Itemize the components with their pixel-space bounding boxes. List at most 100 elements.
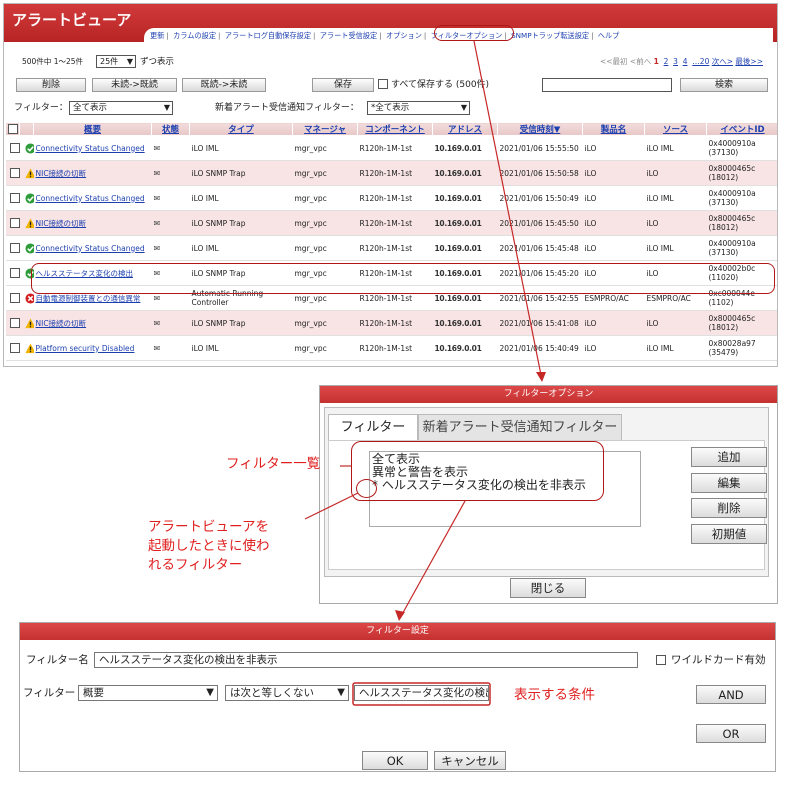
tab-filter[interactable]: フィルター xyxy=(328,414,418,440)
pager-page-20[interactable]: …20 xyxy=(692,57,709,66)
event-id-cell: 0x8000465c (18012) xyxy=(706,160,777,186)
pager-next[interactable]: 次へ> xyxy=(712,57,733,66)
address-cell: 10.169.0.01 xyxy=(434,143,482,153)
mark-read-button[interactable]: 未読->既読 xyxy=(92,78,177,92)
row-checkbox[interactable] xyxy=(5,210,20,236)
col-address[interactable]: アドレス xyxy=(432,122,498,136)
pager-first-prev[interactable]: <<最初 <前へ xyxy=(600,57,651,66)
table-row[interactable]: Connectivity Status Changed ✉ iLO IML mgr_v… xyxy=(5,185,777,211)
col-source[interactable]: ソース xyxy=(644,122,707,136)
annotation-filter-list: フィルター一覧 xyxy=(226,456,321,472)
row-checkbox[interactable] xyxy=(5,335,20,361)
product-cell: iLO xyxy=(582,185,645,211)
tab-new-alert-filter[interactable]: 新着アラート受信通知フィルター xyxy=(418,414,622,440)
operator-select[interactable]: は次と等しくない ▼ xyxy=(225,685,349,701)
alert-summary-link[interactable]: NIC接続の切断 xyxy=(36,169,87,178)
type-cell: iLO IML xyxy=(189,135,293,161)
table-row[interactable]: Connectivity Status Changed ✉ iLO IML mgr_v… xyxy=(5,135,777,161)
default-button[interactable]: 初期値 xyxy=(691,524,767,544)
alert-summary-link[interactable]: Connectivity Status Changed xyxy=(36,244,145,253)
delete-filter-button[interactable]: 削除 xyxy=(691,498,767,518)
pager-page-4[interactable]: 4 xyxy=(683,57,688,66)
severity-cell xyxy=(19,160,34,186)
table-row[interactable]: NIC接続の切断 ✉ iLO SNMP Trap mgr_vpc R120h-1M-1s… xyxy=(5,160,777,186)
alert-summary-link[interactable]: 自動電源制御装置との通信異常 xyxy=(36,294,141,303)
edit-button[interactable]: 編集 xyxy=(691,473,767,493)
filter-select[interactable]: 全て表示 ▼ xyxy=(69,101,173,115)
alert-summary-link[interactable]: Connectivity Status Changed xyxy=(36,194,145,203)
or-button[interactable]: OR xyxy=(696,724,766,743)
col-product[interactable]: 製品名 xyxy=(582,122,645,136)
time-cell: 2021/01/06 15:41:08 xyxy=(497,310,583,336)
select-all-header[interactable] xyxy=(5,122,20,136)
table-row[interactable]: Platform security Disabled ✉ iLO IML mgr_vp… xyxy=(5,335,777,361)
row-checkbox[interactable] xyxy=(5,260,20,286)
search-button[interactable]: 検索 xyxy=(680,78,768,92)
mark-unread-button[interactable]: 既読->未読 xyxy=(182,78,266,92)
alert-summary-link[interactable]: NIC接続の切断 xyxy=(36,319,87,328)
nav-column-settings[interactable]: カラムの設定 xyxy=(173,31,216,40)
cancel-button[interactable]: キャンセル xyxy=(434,751,506,770)
filter-condition-label: フィルター xyxy=(23,687,76,699)
save-button[interactable]: 保存 xyxy=(312,78,374,92)
row-checkbox[interactable] xyxy=(5,285,20,311)
table-row[interactable]: NIC接続の切断 ✉ iLO SNMP Trap mgr_vpc R120h-1M-1s… xyxy=(5,210,777,236)
address-cell: 10.169.0.01 xyxy=(434,293,482,303)
wildcard-checkbox[interactable] xyxy=(656,655,666,665)
alert-summary-link[interactable]: Connectivity Status Changed xyxy=(36,144,145,153)
field-select[interactable]: 概要 ▼ xyxy=(78,685,218,701)
col-component[interactable]: コンポーネント xyxy=(357,122,433,136)
filter-name-label: フィルター名 xyxy=(26,654,89,666)
col-type[interactable]: タイプ xyxy=(189,122,293,136)
table-row[interactable]: Connectivity Status Changed ✉ iLO IML mgr_v… xyxy=(5,235,777,261)
alert-summary-link[interactable]: NIC接続の切断 xyxy=(36,219,87,228)
envelope-icon: ✉ xyxy=(153,193,161,203)
save-all-checkbox[interactable] xyxy=(378,79,388,89)
col-manager[interactable]: マネージャ xyxy=(292,122,358,136)
per-page-select[interactable]: 25件 ▼ xyxy=(96,55,136,68)
asterisk-highlight xyxy=(356,479,377,498)
alert-summary-link[interactable]: Platform security Disabled xyxy=(36,344,135,353)
severity-cell xyxy=(19,310,34,336)
nav-help[interactable]: ヘルプ xyxy=(598,31,620,40)
time-cell: 2021/01/06 15:40:49 xyxy=(497,335,583,361)
and-button[interactable]: AND xyxy=(696,685,766,704)
read-status-cell: ✉ xyxy=(151,210,190,236)
condition-input[interactable]: ヘルスステータス変化の検出 xyxy=(354,685,489,701)
component-cell: R120h-1M-1st xyxy=(357,135,433,161)
row-checkbox[interactable] xyxy=(5,235,20,261)
col-received-time[interactable]: 受信時刻▼ xyxy=(497,122,583,136)
nav-autosave-settings[interactable]: アラートログ自動保存設定 xyxy=(225,31,311,40)
add-button[interactable]: 追加 xyxy=(691,447,767,467)
col-status[interactable]: 状態 xyxy=(151,122,190,136)
read-status-cell: ✉ xyxy=(151,135,190,161)
title-bar: アラートビューア 更新 | カラムの設定 | アラートログ自動保存設定 | アラート受… xyxy=(4,4,777,44)
source-cell: iLO xyxy=(644,310,707,336)
row-checkbox[interactable] xyxy=(5,160,20,186)
delete-button[interactable]: 削除 xyxy=(16,78,86,92)
col-event-id[interactable]: イベントID xyxy=(706,122,777,136)
row-checkbox[interactable] xyxy=(5,185,20,211)
nav-alert-receive-settings[interactable]: アラート受信設定 xyxy=(320,31,378,40)
pager-page-3[interactable]: 3 xyxy=(673,57,678,66)
nav-refresh[interactable]: 更新 xyxy=(150,31,164,40)
close-button[interactable]: 閉じる xyxy=(510,578,586,598)
product-cell: iLO xyxy=(582,235,645,261)
ok-button[interactable]: OK xyxy=(362,751,428,770)
arrow-head-icon xyxy=(536,372,546,382)
time-cell: 2021/01/06 15:50:58 xyxy=(497,160,583,186)
row-checkbox[interactable] xyxy=(5,310,20,336)
product-cell: iLO xyxy=(582,135,645,161)
envelope-icon: ✉ xyxy=(153,293,161,303)
filter-name-input[interactable]: ヘルスステータス変化の検出を非表示 xyxy=(94,652,638,668)
nav-snmp-forward-settings[interactable]: SNMPトラップ転送設定 xyxy=(511,31,589,40)
new-alert-filter-select[interactable]: *全て表示 ▼ xyxy=(367,101,470,115)
row-checkbox[interactable] xyxy=(5,135,20,161)
search-input[interactable] xyxy=(542,78,672,92)
pager-page-2[interactable]: 2 xyxy=(664,57,669,66)
table-row[interactable]: NIC接続の切断 ✉ iLO SNMP Trap mgr_vpc R120h-1M-1s… xyxy=(5,310,777,336)
pager-last[interactable]: 最後>> xyxy=(735,57,763,66)
col-summary[interactable]: 概要 xyxy=(33,122,152,136)
nav-options[interactable]: オプション xyxy=(386,31,422,40)
envelope-icon: ✉ xyxy=(153,143,161,153)
